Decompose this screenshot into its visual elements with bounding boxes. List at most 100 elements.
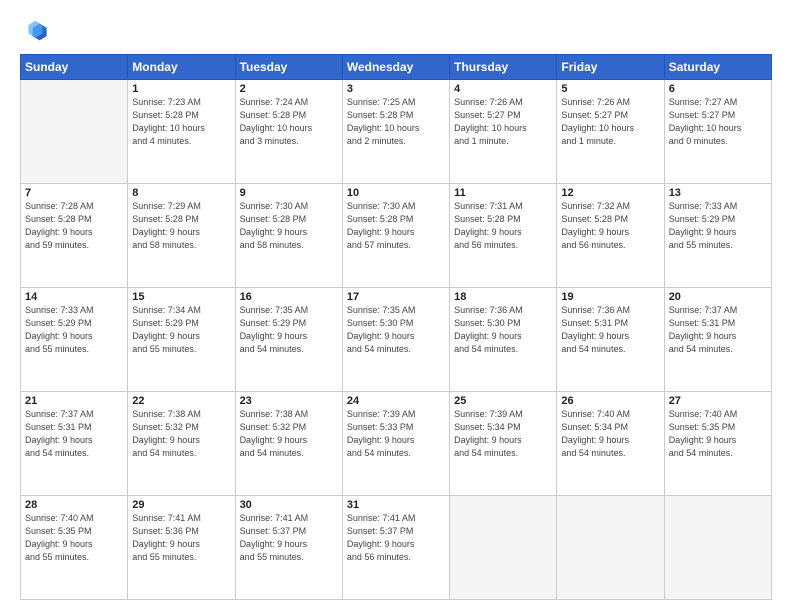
calendar-cell: 31Sunrise: 7:41 AM Sunset: 5:37 PM Dayli…	[342, 496, 449, 600]
day-number: 19	[561, 291, 659, 303]
calendar-cell: 19Sunrise: 7:36 AM Sunset: 5:31 PM Dayli…	[557, 288, 664, 392]
day-info: Sunrise: 7:36 AM Sunset: 5:31 PM Dayligh…	[561, 304, 659, 356]
week-row-1: 7Sunrise: 7:28 AM Sunset: 5:28 PM Daylig…	[21, 184, 772, 288]
day-info: Sunrise: 7:40 AM Sunset: 5:35 PM Dayligh…	[669, 408, 767, 460]
day-info: Sunrise: 7:40 AM Sunset: 5:34 PM Dayligh…	[561, 408, 659, 460]
day-info: Sunrise: 7:25 AM Sunset: 5:28 PM Dayligh…	[347, 96, 445, 148]
day-number: 8	[132, 187, 230, 199]
week-row-3: 21Sunrise: 7:37 AM Sunset: 5:31 PM Dayli…	[21, 392, 772, 496]
day-number: 10	[347, 187, 445, 199]
day-info: Sunrise: 7:24 AM Sunset: 5:28 PM Dayligh…	[240, 96, 338, 148]
weekday-header-friday: Friday	[557, 55, 664, 80]
weekday-header-wednesday: Wednesday	[342, 55, 449, 80]
day-info: Sunrise: 7:30 AM Sunset: 5:28 PM Dayligh…	[240, 200, 338, 252]
calendar-cell: 12Sunrise: 7:32 AM Sunset: 5:28 PM Dayli…	[557, 184, 664, 288]
calendar-cell: 1Sunrise: 7:23 AM Sunset: 5:28 PM Daylig…	[128, 80, 235, 184]
day-info: Sunrise: 7:39 AM Sunset: 5:33 PM Dayligh…	[347, 408, 445, 460]
header	[20, 18, 772, 46]
day-info: Sunrise: 7:41 AM Sunset: 5:36 PM Dayligh…	[132, 512, 230, 564]
day-number: 11	[454, 187, 552, 199]
calendar-cell: 22Sunrise: 7:38 AM Sunset: 5:32 PM Dayli…	[128, 392, 235, 496]
day-number: 5	[561, 83, 659, 95]
day-info: Sunrise: 7:37 AM Sunset: 5:31 PM Dayligh…	[25, 408, 123, 460]
day-info: Sunrise: 7:33 AM Sunset: 5:29 PM Dayligh…	[25, 304, 123, 356]
day-number: 23	[240, 395, 338, 407]
weekday-header-row: SundayMondayTuesdayWednesdayThursdayFrid…	[21, 55, 772, 80]
day-number: 7	[25, 187, 123, 199]
day-info: Sunrise: 7:36 AM Sunset: 5:30 PM Dayligh…	[454, 304, 552, 356]
day-number: 16	[240, 291, 338, 303]
day-info: Sunrise: 7:28 AM Sunset: 5:28 PM Dayligh…	[25, 200, 123, 252]
calendar-cell: 20Sunrise: 7:37 AM Sunset: 5:31 PM Dayli…	[664, 288, 771, 392]
calendar-cell: 8Sunrise: 7:29 AM Sunset: 5:28 PM Daylig…	[128, 184, 235, 288]
calendar-cell: 7Sunrise: 7:28 AM Sunset: 5:28 PM Daylig…	[21, 184, 128, 288]
day-number: 22	[132, 395, 230, 407]
day-number: 6	[669, 83, 767, 95]
calendar-cell: 2Sunrise: 7:24 AM Sunset: 5:28 PM Daylig…	[235, 80, 342, 184]
day-info: Sunrise: 7:26 AM Sunset: 5:27 PM Dayligh…	[454, 96, 552, 148]
day-info: Sunrise: 7:30 AM Sunset: 5:28 PM Dayligh…	[347, 200, 445, 252]
calendar-cell: 25Sunrise: 7:39 AM Sunset: 5:34 PM Dayli…	[450, 392, 557, 496]
day-number: 31	[347, 499, 445, 511]
day-info: Sunrise: 7:34 AM Sunset: 5:29 PM Dayligh…	[132, 304, 230, 356]
day-number: 27	[669, 395, 767, 407]
calendar-cell: 30Sunrise: 7:41 AM Sunset: 5:37 PM Dayli…	[235, 496, 342, 600]
day-info: Sunrise: 7:40 AM Sunset: 5:35 PM Dayligh…	[25, 512, 123, 564]
day-number: 14	[25, 291, 123, 303]
day-number: 28	[25, 499, 123, 511]
day-number: 24	[347, 395, 445, 407]
day-number: 21	[25, 395, 123, 407]
calendar-cell: 15Sunrise: 7:34 AM Sunset: 5:29 PM Dayli…	[128, 288, 235, 392]
day-info: Sunrise: 7:29 AM Sunset: 5:28 PM Dayligh…	[132, 200, 230, 252]
calendar-cell: 4Sunrise: 7:26 AM Sunset: 5:27 PM Daylig…	[450, 80, 557, 184]
logo-icon	[20, 18, 48, 46]
day-number: 13	[669, 187, 767, 199]
weekday-header-thursday: Thursday	[450, 55, 557, 80]
day-info: Sunrise: 7:38 AM Sunset: 5:32 PM Dayligh…	[240, 408, 338, 460]
calendar-cell: 11Sunrise: 7:31 AM Sunset: 5:28 PM Dayli…	[450, 184, 557, 288]
calendar-cell: 29Sunrise: 7:41 AM Sunset: 5:36 PM Dayli…	[128, 496, 235, 600]
day-info: Sunrise: 7:27 AM Sunset: 5:27 PM Dayligh…	[669, 96, 767, 148]
logo	[20, 18, 52, 46]
calendar-cell: 5Sunrise: 7:26 AM Sunset: 5:27 PM Daylig…	[557, 80, 664, 184]
calendar-cell: 17Sunrise: 7:35 AM Sunset: 5:30 PM Dayli…	[342, 288, 449, 392]
day-number: 15	[132, 291, 230, 303]
calendar-cell: 28Sunrise: 7:40 AM Sunset: 5:35 PM Dayli…	[21, 496, 128, 600]
week-row-2: 14Sunrise: 7:33 AM Sunset: 5:29 PM Dayli…	[21, 288, 772, 392]
day-number: 20	[669, 291, 767, 303]
day-info: Sunrise: 7:35 AM Sunset: 5:30 PM Dayligh…	[347, 304, 445, 356]
weekday-header-monday: Monday	[128, 55, 235, 80]
day-number: 26	[561, 395, 659, 407]
day-info: Sunrise: 7:41 AM Sunset: 5:37 PM Dayligh…	[347, 512, 445, 564]
day-number: 3	[347, 83, 445, 95]
day-number: 12	[561, 187, 659, 199]
day-info: Sunrise: 7:41 AM Sunset: 5:37 PM Dayligh…	[240, 512, 338, 564]
week-row-0: 1Sunrise: 7:23 AM Sunset: 5:28 PM Daylig…	[21, 80, 772, 184]
calendar-cell: 24Sunrise: 7:39 AM Sunset: 5:33 PM Dayli…	[342, 392, 449, 496]
calendar-cell: 16Sunrise: 7:35 AM Sunset: 5:29 PM Dayli…	[235, 288, 342, 392]
calendar-cell: 27Sunrise: 7:40 AM Sunset: 5:35 PM Dayli…	[664, 392, 771, 496]
day-info: Sunrise: 7:33 AM Sunset: 5:29 PM Dayligh…	[669, 200, 767, 252]
calendar-cell: 9Sunrise: 7:30 AM Sunset: 5:28 PM Daylig…	[235, 184, 342, 288]
weekday-header-sunday: Sunday	[21, 55, 128, 80]
calendar-cell: 14Sunrise: 7:33 AM Sunset: 5:29 PM Dayli…	[21, 288, 128, 392]
weekday-header-tuesday: Tuesday	[235, 55, 342, 80]
day-info: Sunrise: 7:37 AM Sunset: 5:31 PM Dayligh…	[669, 304, 767, 356]
calendar-cell: 3Sunrise: 7:25 AM Sunset: 5:28 PM Daylig…	[342, 80, 449, 184]
calendar-cell: 18Sunrise: 7:36 AM Sunset: 5:30 PM Dayli…	[450, 288, 557, 392]
day-number: 25	[454, 395, 552, 407]
day-info: Sunrise: 7:32 AM Sunset: 5:28 PM Dayligh…	[561, 200, 659, 252]
calendar-table: SundayMondayTuesdayWednesdayThursdayFrid…	[20, 54, 772, 600]
calendar-cell: 26Sunrise: 7:40 AM Sunset: 5:34 PM Dayli…	[557, 392, 664, 496]
day-info: Sunrise: 7:31 AM Sunset: 5:28 PM Dayligh…	[454, 200, 552, 252]
week-row-4: 28Sunrise: 7:40 AM Sunset: 5:35 PM Dayli…	[21, 496, 772, 600]
day-number: 17	[347, 291, 445, 303]
calendar-cell: 13Sunrise: 7:33 AM Sunset: 5:29 PM Dayli…	[664, 184, 771, 288]
day-info: Sunrise: 7:23 AM Sunset: 5:28 PM Dayligh…	[132, 96, 230, 148]
calendar-cell	[21, 80, 128, 184]
day-number: 4	[454, 83, 552, 95]
day-info: Sunrise: 7:38 AM Sunset: 5:32 PM Dayligh…	[132, 408, 230, 460]
calendar-cell	[557, 496, 664, 600]
day-number: 18	[454, 291, 552, 303]
page: SundayMondayTuesdayWednesdayThursdayFrid…	[0, 0, 792, 612]
